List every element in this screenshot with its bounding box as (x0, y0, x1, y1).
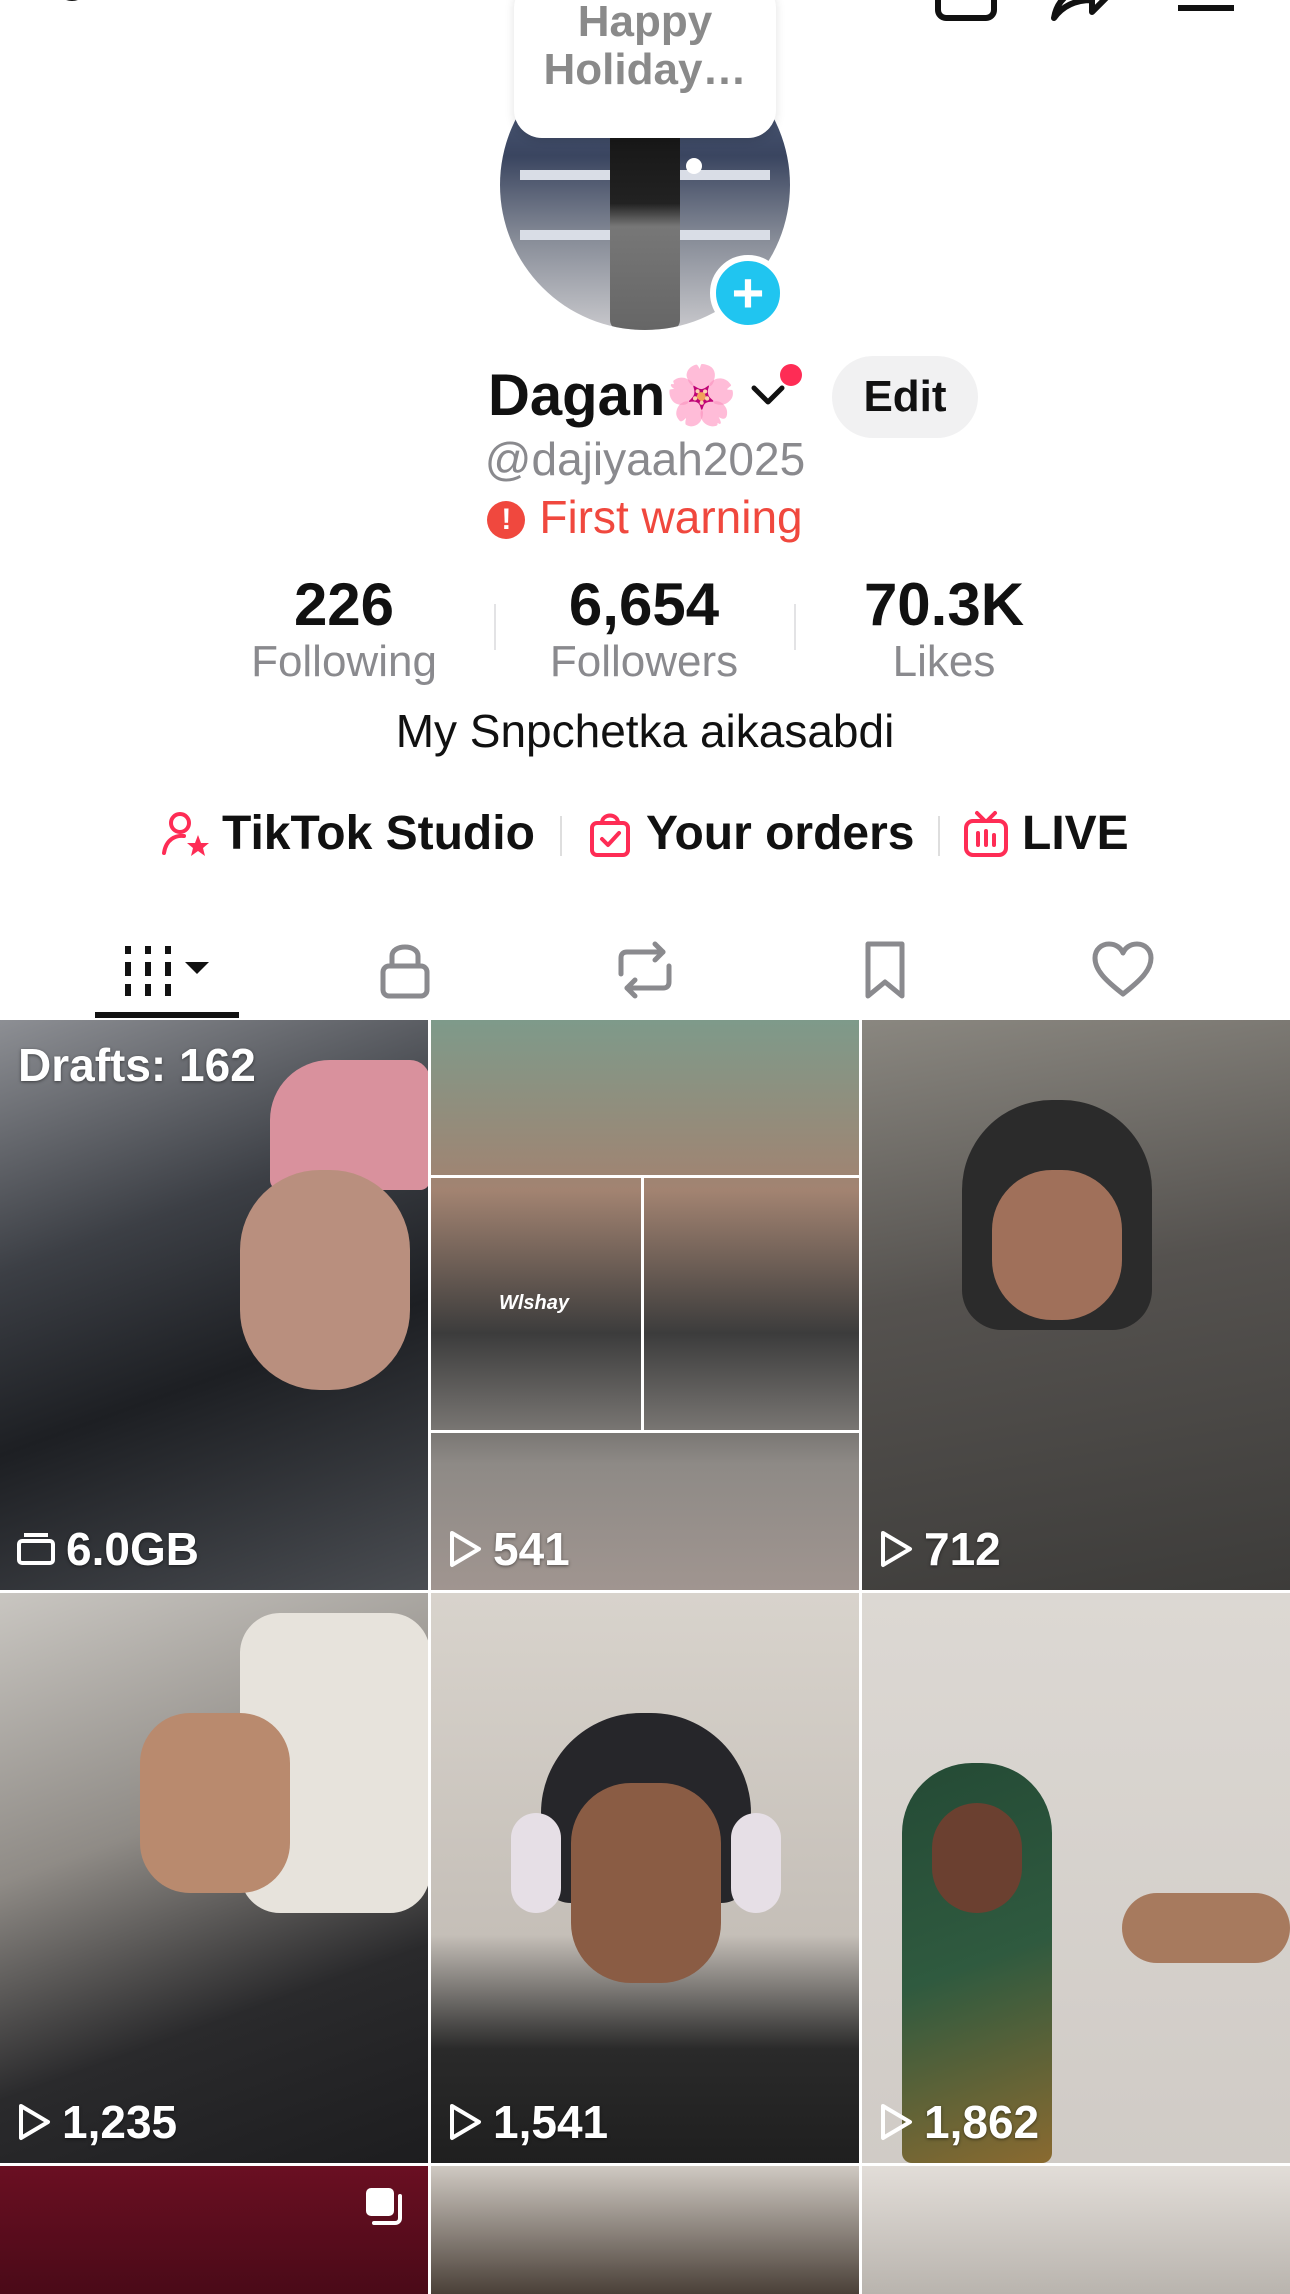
warning-text: First warning (539, 491, 803, 543)
live-link[interactable]: LIVE (962, 806, 1129, 861)
creator-star-icon (162, 811, 209, 856)
view-count-text: 712 (924, 1523, 1001, 1575)
display-name[interactable]: Dagan🌸 (488, 362, 737, 430)
link-label: LIVE (1022, 807, 1129, 860)
divider (794, 604, 796, 650)
stat-following[interactable]: 226 Following (214, 572, 474, 686)
status-bubble-text: Happy Holiday… (543, 0, 747, 94)
username: @dajiyaah2025 (484, 433, 806, 485)
video-tile[interactable] (431, 2166, 859, 2294)
status-bubble[interactable]: Happy Holiday… (514, 0, 776, 138)
play-icon (450, 2104, 481, 2140)
video-tile[interactable]: 1,862 (862, 1593, 1290, 2163)
add-story-plus-icon[interactable]: + (710, 255, 786, 331)
carousel-icon (366, 2188, 402, 2225)
bookmark-icon (865, 941, 905, 999)
bubble-tail (686, 158, 702, 174)
share-icon[interactable] (1048, 0, 1112, 24)
drafts-folder-icon (17, 1533, 55, 1565)
video-tile[interactable]: 1,541 (431, 1593, 859, 2163)
view-count: 541 (447, 1522, 570, 1576)
stat-followers[interactable]: 6,654 Followers (514, 572, 774, 686)
drafts-label: Drafts: 162 (18, 1039, 256, 1091)
link-label: TikTok Studio (222, 807, 535, 860)
tab-videos[interactable] (36, 920, 294, 1020)
video-tile[interactable] (862, 2166, 1290, 2294)
active-tab-indicator (95, 1012, 239, 1018)
edit-profile-button[interactable]: Edit (832, 356, 978, 438)
grid-icon (125, 946, 209, 996)
drafts-size: 6.0GB (16, 1522, 199, 1576)
lock-icon (380, 944, 430, 999)
view-count-text: 1,862 (924, 2096, 1040, 2148)
chevron-down-icon[interactable] (748, 380, 788, 415)
notification-dot (780, 364, 802, 386)
bio: My Snpchetka aikasabdi (395, 705, 895, 757)
shopping-bag-icon (590, 813, 630, 857)
view-count: 1,541 (447, 2095, 608, 2149)
tab-private[interactable] (276, 920, 534, 1020)
play-icon (19, 2104, 50, 2140)
your-orders-link[interactable]: Your orders (586, 806, 915, 861)
video-tile[interactable]: Wlshay 541 (431, 1020, 859, 1590)
video-tile[interactable]: 1,235 (0, 1593, 428, 2163)
drafts-tile[interactable]: Drafts: 162 6.0GB (0, 1020, 428, 1590)
drafts-size-text: 6.0GB (66, 1523, 199, 1575)
stat-value: 226 (293, 571, 395, 638)
warning-link[interactable]: ! First warning (0, 490, 1290, 544)
video-tile[interactable]: 712 (862, 1020, 1290, 1590)
stat-label: Likes (892, 637, 996, 686)
view-count: 1,235 (16, 2095, 177, 2149)
repost-icon (618, 941, 672, 999)
add-friend-icon[interactable] (48, 0, 118, 24)
video-tile[interactable] (0, 2166, 428, 2294)
divider (494, 604, 496, 650)
view-count-text: 1,235 (62, 2096, 178, 2148)
alert-icon: ! (487, 501, 526, 539)
tv-icon (964, 810, 1008, 857)
heart-icon (1092, 941, 1154, 997)
view-count: 1,862 (878, 2095, 1039, 2149)
menu-icon[interactable] (1176, 0, 1236, 14)
calendar-icon[interactable] (934, 0, 998, 24)
play-icon (881, 1531, 912, 1567)
divider (938, 816, 940, 856)
tab-reposts[interactable] (516, 920, 774, 1020)
view-count-text: 541 (493, 1523, 570, 1575)
play-icon (450, 1531, 481, 1567)
view-count-text: 1,541 (493, 2096, 609, 2148)
view-count: 712 (878, 1522, 1001, 1576)
tab-liked[interactable] (994, 920, 1252, 1020)
divider (560, 816, 562, 856)
tiktok-studio-link[interactable]: TikTok Studio (160, 806, 535, 861)
video-overlay-text: Wlshay (499, 1292, 570, 1314)
play-icon (881, 2104, 912, 2140)
stat-value: 6,654 (568, 571, 720, 638)
link-label: Your orders (646, 807, 915, 860)
stat-label: Followers (549, 637, 739, 686)
stat-label: Following (251, 637, 437, 686)
tab-favorites[interactable] (756, 920, 1014, 1020)
stat-likes[interactable]: 70.3K Likes (814, 572, 1074, 686)
stat-value: 70.3K (863, 571, 1025, 638)
